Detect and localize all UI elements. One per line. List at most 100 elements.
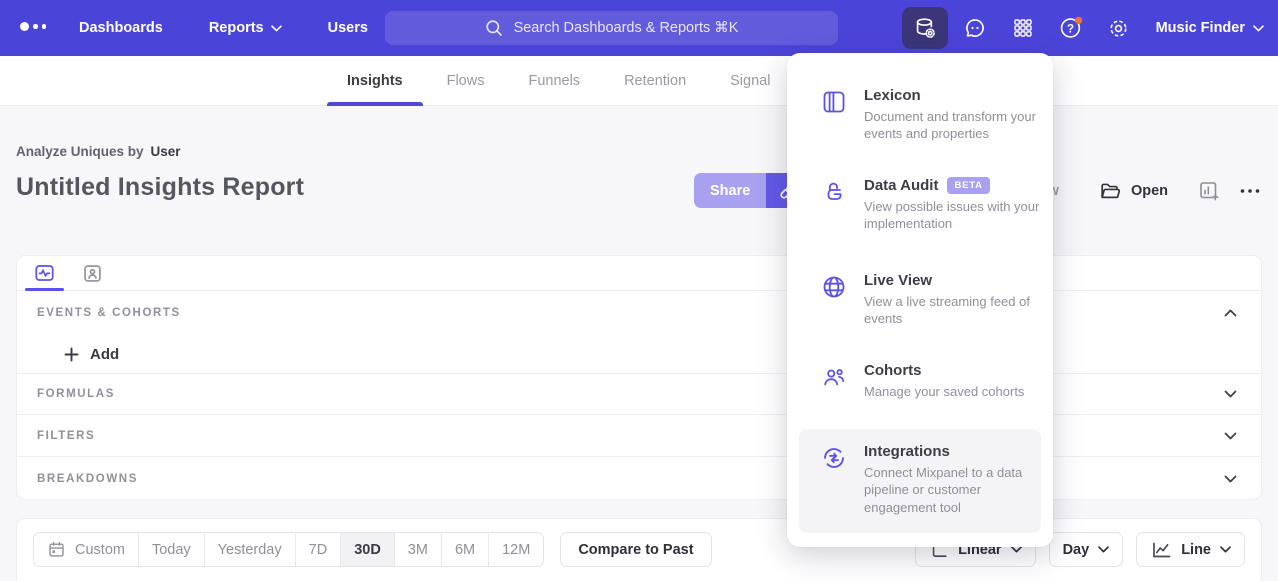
compare-to-past-button[interactable]: Compare to Past <box>560 532 711 567</box>
tab-insights[interactable]: Insights <box>325 56 425 105</box>
search-icon <box>485 19 503 37</box>
report-tabbar: Insights Flows Funnels Retention Signal … <box>0 56 1278 106</box>
nav-item-dashboards[interactable]: Dashboards <box>79 20 163 36</box>
beta-badge: BETA <box>947 177 989 194</box>
popover-item-cohorts[interactable]: Cohorts Manage your saved cohorts <box>787 362 1045 400</box>
project-name: Music Finder <box>1156 20 1245 36</box>
popover-item-text: Data Audit BETA View possible issues wit… <box>864 177 1048 233</box>
chart-type-dropdown[interactable]: Line <box>1136 532 1245 567</box>
chevron-down-icon[interactable] <box>1224 475 1237 483</box>
chart-toolbar-card: Custom Today Yesterday 7D 30D 3M 6M 12M … <box>16 518 1262 581</box>
compare-label: Compare to Past <box>578 542 693 558</box>
open-label: Open <box>1131 183 1168 199</box>
tab-funnels[interactable]: Funnels <box>506 56 602 105</box>
builder-tabs <box>17 256 1261 291</box>
user-profile-icon <box>82 263 103 284</box>
share-button[interactable]: Share <box>694 173 766 208</box>
range-3m[interactable]: 3M <box>395 533 442 566</box>
range-6m[interactable]: 6M <box>442 533 489 566</box>
add-event-button[interactable]: Add <box>64 346 119 363</box>
section-breakdowns[interactable]: BREAKDOWNS <box>17 456 1261 501</box>
section-label: EVENTS & COHORTS <box>37 307 181 319</box>
range-today[interactable]: Today <box>139 533 205 566</box>
add-to-board-button[interactable] <box>1198 180 1220 202</box>
mixpanel-logo-icon[interactable] <box>20 22 46 31</box>
range-30d[interactable]: 30D <box>341 533 395 566</box>
project-switcher[interactable]: Music Finder <box>1156 20 1264 36</box>
range-7d[interactable]: 7D <box>296 533 342 566</box>
folder-icon <box>1099 180 1121 202</box>
search-placeholder: Search Dashboards & Reports ⌘K <box>514 20 739 36</box>
tab-signal[interactable]: Signal <box>708 56 792 105</box>
feedback-button[interactable] <box>954 7 996 49</box>
apps-grid-button[interactable] <box>1002 7 1044 49</box>
share-label: Share <box>710 183 750 199</box>
more-options-button[interactable] <box>1238 180 1262 202</box>
add-label: Add <box>90 346 119 363</box>
tab-label: Signal <box>730 73 770 89</box>
interval-dropdown[interactable]: Day <box>1049 532 1124 567</box>
range-custom[interactable]: Custom <box>34 533 139 566</box>
tab-label: Flows <box>447 73 485 89</box>
globe-icon <box>821 272 864 328</box>
svg-text:?: ? <box>1066 21 1073 35</box>
nav-item-reports[interactable]: Reports <box>209 20 282 36</box>
settings-button[interactable] <box>1098 7 1140 49</box>
range-yesterday[interactable]: Yesterday <box>205 533 296 566</box>
integrations-sync-icon <box>821 443 864 519</box>
tab-user-profiles[interactable] <box>82 256 103 290</box>
popover-item-desc: Connect Mixpanel to a data pipeline or c… <box>864 464 1048 516</box>
section-label: FILTERS <box>37 430 95 442</box>
range-label: 6M <box>455 542 475 558</box>
section-formulas[interactable]: FORMULAS <box>17 373 1261 414</box>
add-event-row: Add <box>17 335 119 373</box>
chevron-down-icon[interactable] <box>1224 390 1237 398</box>
section-events-cohorts[interactable]: EVENTS & COHORTS <box>17 291 1261 335</box>
more-horizontal-icon <box>1238 180 1262 202</box>
tab-retention[interactable]: Retention <box>602 56 708 105</box>
nav-item-users[interactable]: Users <box>328 20 368 36</box>
range-label: 3M <box>408 542 428 558</box>
popover-item-title: Cohorts <box>864 362 922 379</box>
page-title[interactable]: Untitled Insights Report <box>16 173 304 202</box>
popover-item-text: Cohorts Manage your saved cohorts <box>864 362 1048 400</box>
help-button[interactable]: ? <box>1050 7 1092 49</box>
popover-item-title: Live View <box>864 272 932 289</box>
top-nav: Dashboards Reports Users Search Dashboar… <box>0 0 1278 56</box>
chevron-down-icon <box>1011 546 1022 553</box>
range-12m[interactable]: 12M <box>489 533 543 566</box>
section-label: FORMULAS <box>37 388 115 400</box>
range-label: Yesterday <box>218 542 282 558</box>
chevron-down-icon <box>1220 546 1231 553</box>
range-label: 12M <box>502 542 530 558</box>
chevron-down-icon <box>271 25 282 32</box>
context-value[interactable]: User <box>151 144 181 159</box>
global-search-input[interactable]: Search Dashboards & Reports ⌘K <box>385 11 838 45</box>
popover-item-data-audit[interactable]: Data Audit BETA View possible issues wit… <box>787 177 1045 233</box>
chevron-down-icon[interactable] <box>1224 432 1237 440</box>
nav-item-label: Dashboards <box>79 20 163 36</box>
plus-icon <box>64 347 79 362</box>
popover-item-lexicon[interactable]: Lexicon Document and transform your even… <box>787 87 1045 143</box>
popover-item-text: Live View View a live streaming feed of … <box>864 272 1048 328</box>
lexicon-icon <box>821 87 864 143</box>
tab-flows[interactable]: Flows <box>425 56 507 105</box>
popover-item-desc: View possible issues with your implement… <box>864 198 1048 233</box>
gear-icon <box>1107 17 1130 40</box>
tab-events-metrics[interactable] <box>33 256 56 290</box>
calendar-icon <box>47 540 66 559</box>
popover-item-text: Lexicon Document and transform your even… <box>864 87 1048 143</box>
range-label: 7D <box>309 542 328 558</box>
popover-item-live-view[interactable]: Live View View a live streaming feed of … <box>787 272 1045 328</box>
data-management-button[interactable] <box>902 7 948 49</box>
tab-label: Retention <box>624 73 686 89</box>
nav-right-cluster: ? Music Finder <box>902 0 1264 56</box>
popover-item-integrations[interactable]: Integrations Connect Mixpanel to a data … <box>799 429 1041 533</box>
popover-item-text: Integrations Connect Mixpanel to a data … <box>864 443 1048 519</box>
section-filters[interactable]: FILTERS <box>17 414 1261 456</box>
line-chart-icon <box>1150 539 1172 561</box>
open-report-button[interactable]: Open <box>1099 180 1168 202</box>
chat-bubble-icon <box>963 16 987 40</box>
chevron-up-icon[interactable] <box>1224 309 1237 317</box>
chevron-down-icon <box>1253 25 1264 32</box>
